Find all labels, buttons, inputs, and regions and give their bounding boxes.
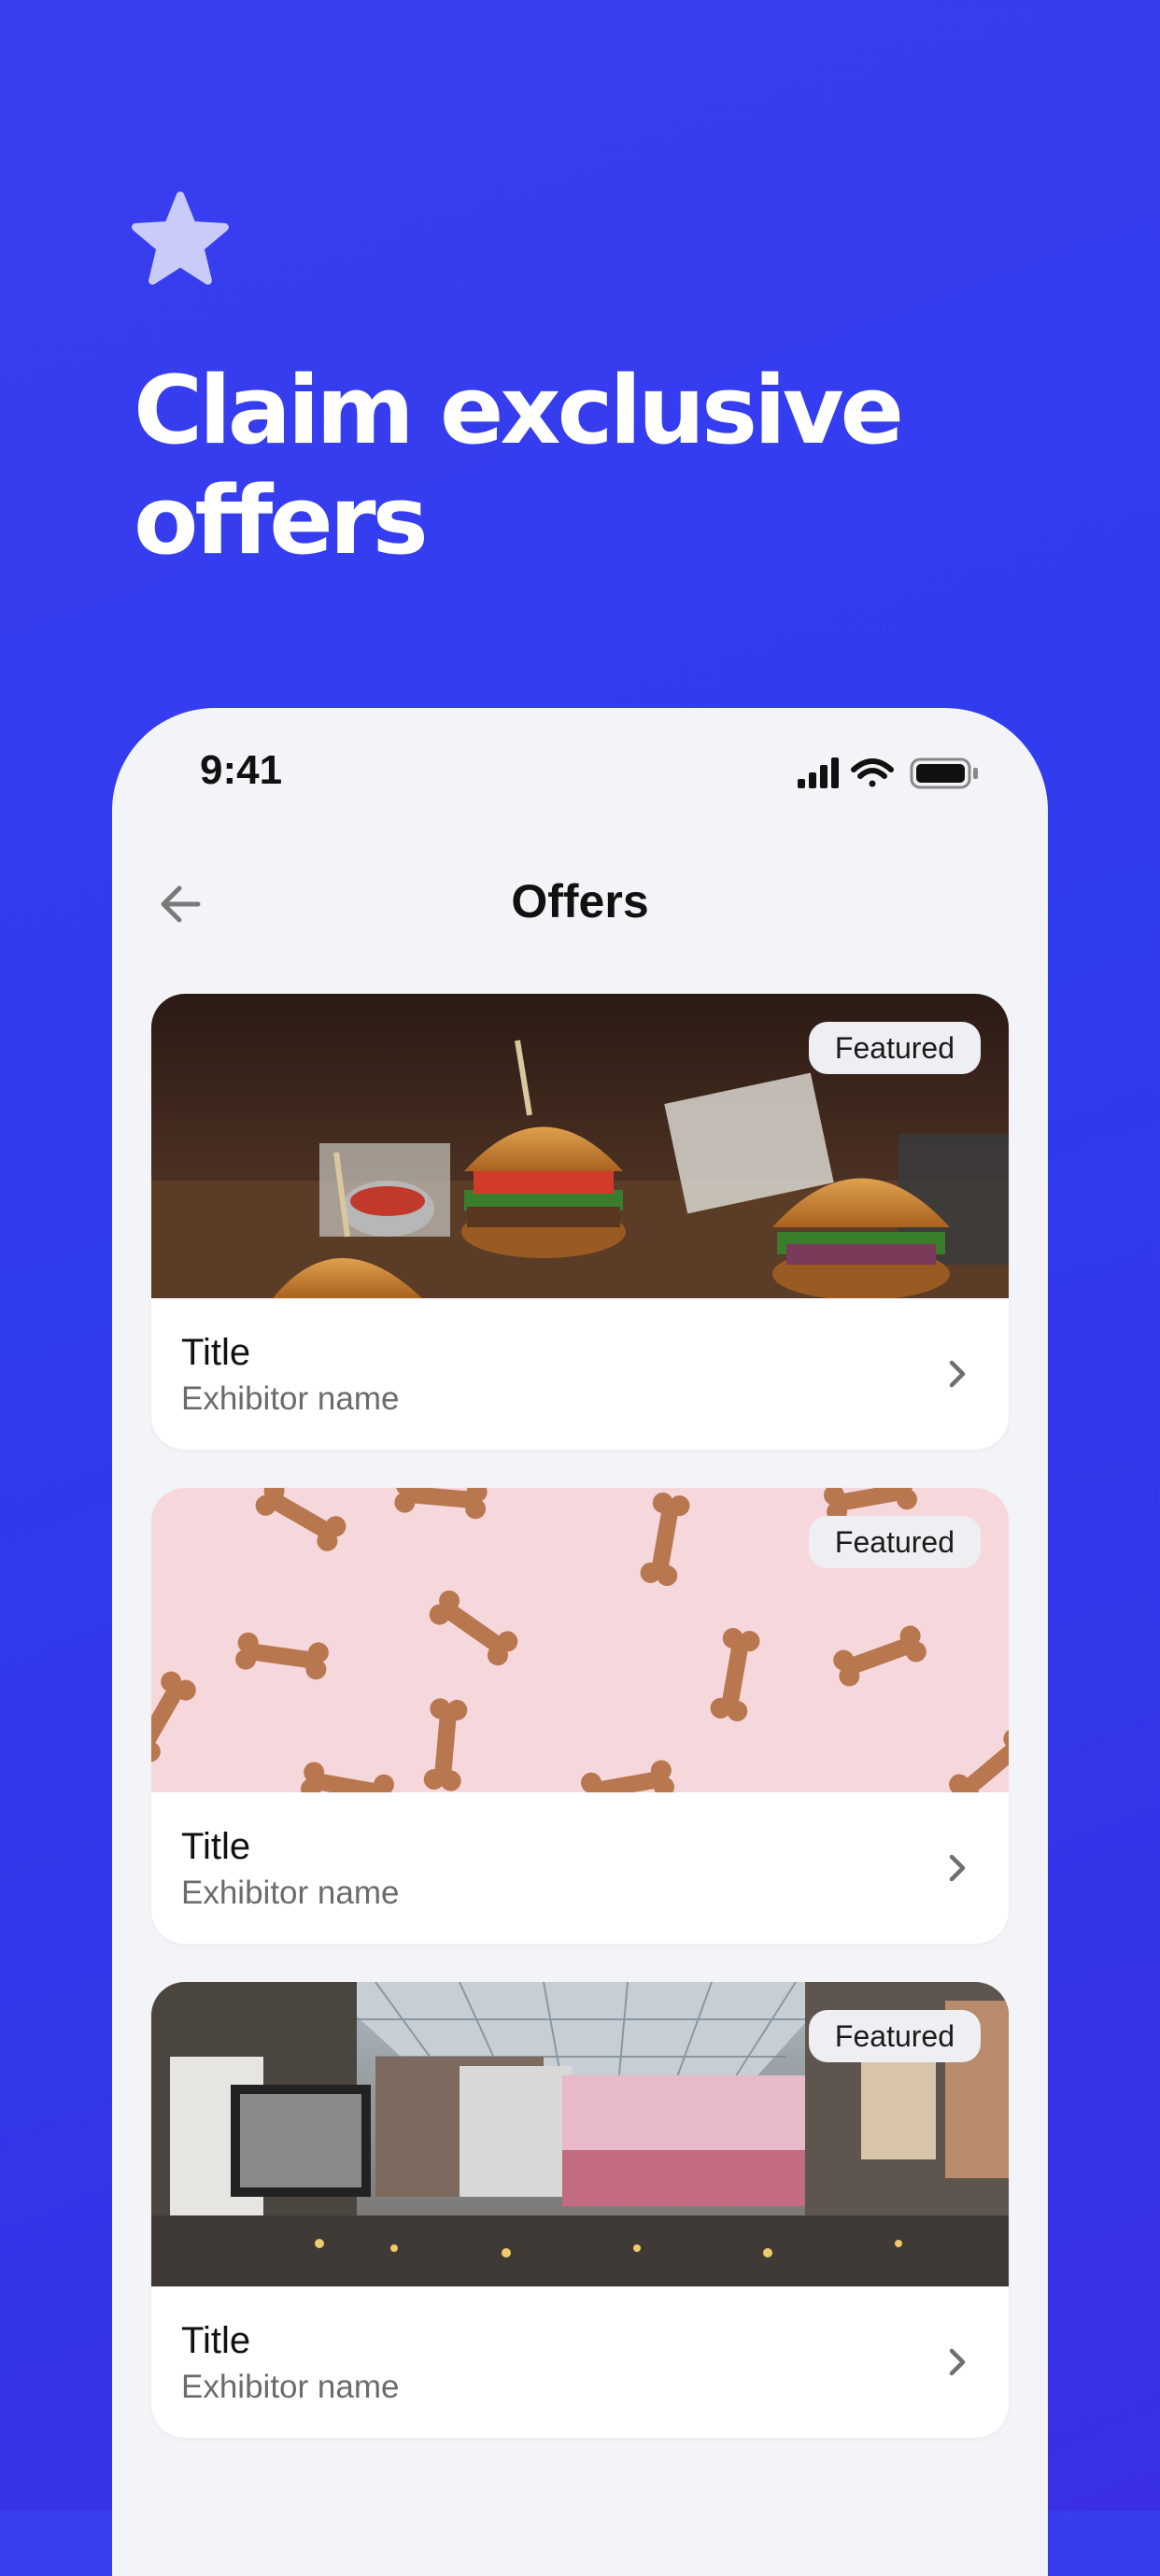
featured-badge: Featured xyxy=(808,2010,981,2062)
phone-mockup: 9:41 Offers Featured Title Exhibitor nam… xyxy=(112,708,1048,2576)
offer-title: Title xyxy=(181,2320,251,2361)
offer-title: Title xyxy=(181,1826,251,1867)
offer-card[interactable]: Featured Title Exhibitor name xyxy=(151,1982,1009,2438)
offer-title: Title xyxy=(181,1332,251,1373)
nav-bar: Offers xyxy=(112,848,1048,960)
hero-section: Claim exclusive offers xyxy=(0,0,1160,710)
hero-title-line-2: offers xyxy=(134,465,429,575)
status-bar: 9:41 xyxy=(112,708,1048,839)
featured-badge: Featured xyxy=(808,1022,981,1074)
battery-icon xyxy=(910,757,978,789)
hero-title: Claim exclusive offers xyxy=(134,355,1068,575)
exhibitor-name: Exhibitor name xyxy=(181,2369,400,2405)
page-title: Offers xyxy=(511,875,649,927)
featured-badge: Featured xyxy=(808,1516,981,1568)
chevron-right-icon xyxy=(949,1854,966,1882)
status-time: 9:41 xyxy=(200,747,283,793)
status-icons xyxy=(798,757,978,789)
exhibitor-name: Exhibitor name xyxy=(181,1380,400,1417)
chevron-right-icon xyxy=(949,1360,966,1388)
wifi-icon xyxy=(851,758,894,787)
star-icon xyxy=(132,191,229,285)
signal-icon xyxy=(798,757,839,788)
offer-card[interactable]: Featured Title Exhibitor name xyxy=(151,1488,1009,1944)
chevron-right-icon xyxy=(949,2348,966,2376)
exhibitor-name: Exhibitor name xyxy=(181,1875,400,1911)
hero-title-line-1: Claim exclusive xyxy=(134,355,904,465)
offer-card[interactable]: Featured Title Exhibitor name xyxy=(151,994,1009,1450)
